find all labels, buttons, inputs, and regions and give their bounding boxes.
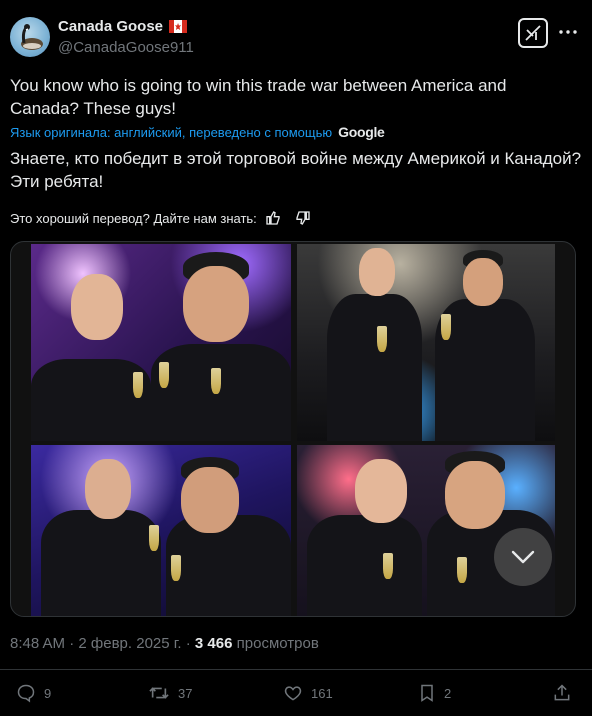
photo-2[interactable] xyxy=(297,244,555,441)
translation-note[interactable]: Язык оригинала: английский, переведено с… xyxy=(10,124,385,140)
thumbs-down-icon[interactable] xyxy=(295,210,311,226)
bookmark-button[interactable]: 2 xyxy=(418,683,451,703)
more-options-button[interactable] xyxy=(558,20,578,44)
photo-1[interactable] xyxy=(31,244,291,441)
like-count: 161 xyxy=(311,685,333,701)
like-button[interactable]: 161 xyxy=(283,683,333,703)
tweet-meta: 8:48 AM · 2 февр. 2025 г. · 3 466 просмо… xyxy=(10,635,319,652)
more-dots-icon xyxy=(559,30,577,34)
bookmark-icon xyxy=(421,684,433,702)
canada-flag-icon xyxy=(169,20,188,33)
reply-icon xyxy=(17,684,35,703)
grok-button[interactable] xyxy=(518,18,548,48)
views-count: 3 466 xyxy=(194,635,233,652)
repost-count: 37 xyxy=(178,685,193,701)
heart-icon xyxy=(284,686,302,701)
author-name-row[interactable]: Canada Goose xyxy=(58,18,188,35)
translation-note-text[interactable]: Язык оригинала: английский, переведено с… xyxy=(10,125,332,140)
translated-text: Знаете, кто победит в этой торговой войн… xyxy=(10,149,582,191)
goose-icon xyxy=(21,24,43,50)
repost-icon xyxy=(149,687,169,699)
feedback-prompt: Это хороший перевод? Дайте нам знать: xyxy=(10,210,257,226)
author-handle[interactable]: @CanadaGoose911 xyxy=(58,39,194,56)
media-grid[interactable] xyxy=(10,241,576,617)
views-label: просмотров xyxy=(236,635,319,652)
show-more-button[interactable] xyxy=(494,528,552,586)
repost-button[interactable]: 37 xyxy=(148,683,192,703)
reply-count: 9 xyxy=(44,685,52,701)
tweet-time[interactable]: 8:48 AM xyxy=(10,635,65,652)
tweet-text: You know who is going to win this trade … xyxy=(10,76,507,118)
translation-feedback: Это хороший перевод? Дайте нам знать: xyxy=(10,210,311,226)
author-display-name[interactable]: Canada Goose xyxy=(58,18,163,35)
share-button[interactable] xyxy=(552,683,572,703)
google-logo: Google xyxy=(338,124,385,140)
chevron-down-icon xyxy=(511,550,535,564)
reply-button[interactable]: 9 xyxy=(16,683,51,703)
bookmark-count: 2 xyxy=(444,685,452,701)
thumbs-up-icon[interactable] xyxy=(265,210,281,226)
tweet-date[interactable]: 2 февр. 2025 г. xyxy=(78,635,181,652)
grok-icon xyxy=(525,25,541,41)
photo-3[interactable] xyxy=(31,445,291,616)
share-icon xyxy=(554,684,570,701)
avatar[interactable] xyxy=(10,17,50,57)
divider xyxy=(0,669,592,670)
